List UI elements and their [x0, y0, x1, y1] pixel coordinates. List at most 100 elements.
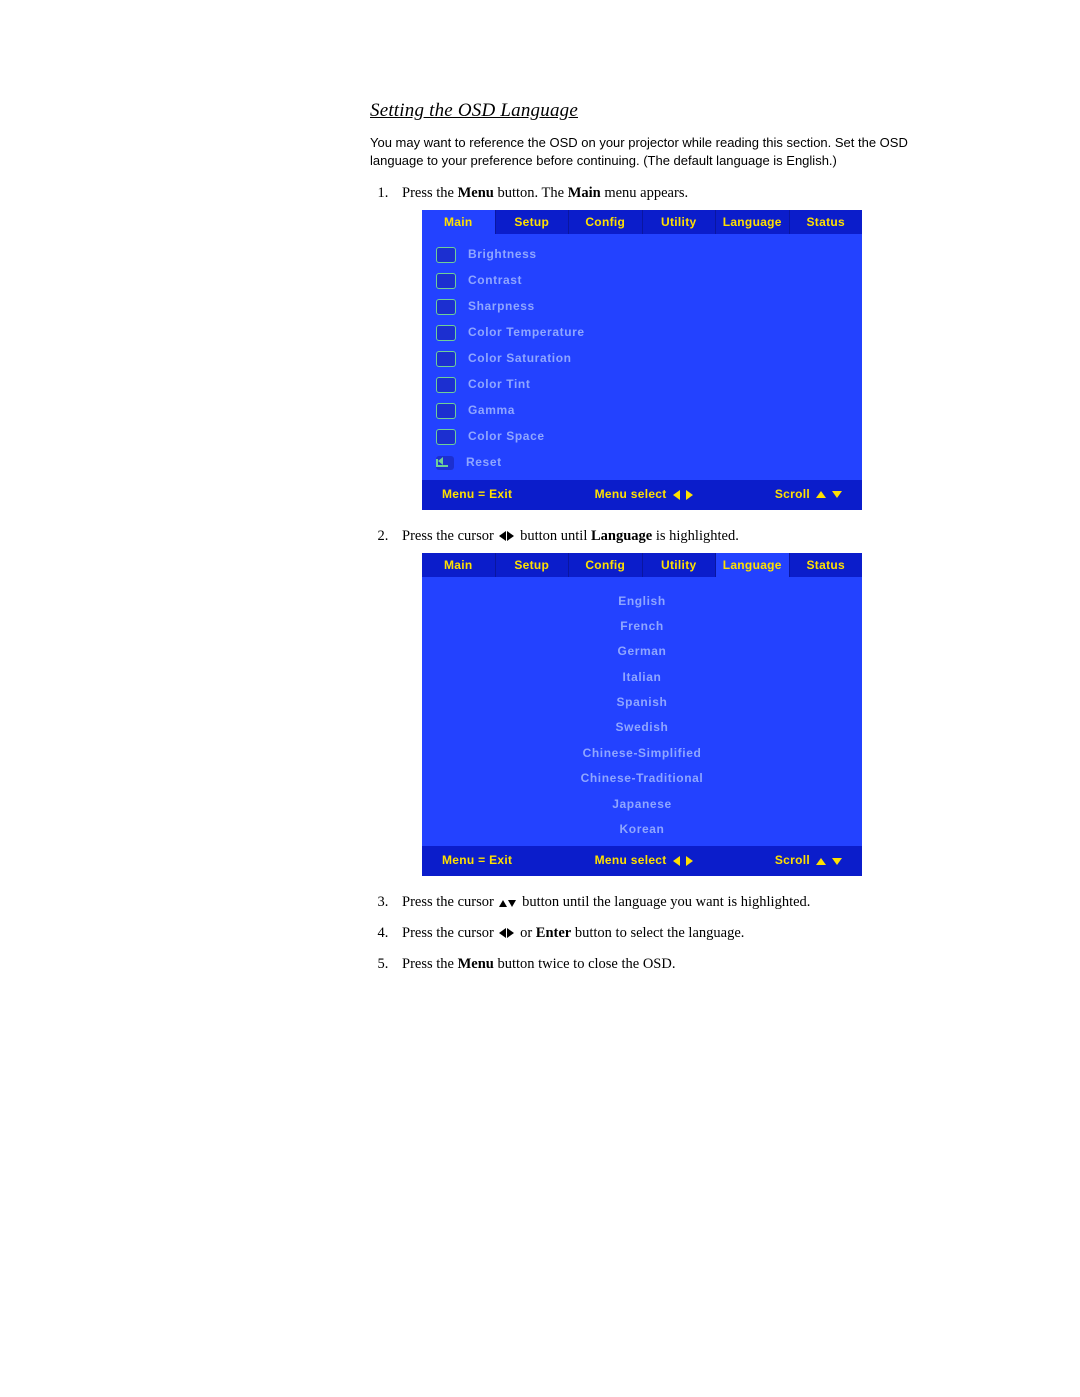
intro-text: You may want to reference the OSD on you…	[370, 134, 910, 169]
osd-item-contrast[interactable]: Contrast	[422, 268, 862, 294]
osd-language-chinese-traditional[interactable]: Chinese-Traditional	[581, 768, 704, 789]
triangle-right-icon	[686, 490, 693, 500]
osd-footer: Menu = Exit Menu select Scroll	[422, 480, 862, 509]
triangle-down-icon	[832, 491, 842, 498]
osd-item-color-saturation[interactable]: Color Saturation	[422, 346, 862, 372]
text-bold: Language	[591, 528, 652, 544]
sharpness-icon	[436, 299, 456, 315]
osd-tab-language[interactable]: Language	[716, 553, 790, 577]
text: button until the language you want is hi…	[518, 894, 810, 910]
osd-tabs: Main Setup Config Utility Language Statu…	[422, 553, 862, 577]
osd-tab-setup[interactable]: Setup	[496, 210, 570, 234]
osd-tab-utility[interactable]: Utility	[643, 553, 717, 577]
osd-item-label: Sharpness	[468, 298, 535, 315]
osd-footer-scroll-label: Scroll	[775, 852, 810, 869]
osd-footer-scroll: Scroll	[775, 852, 842, 869]
text: is highlighted.	[652, 528, 739, 544]
osd-panel-main: Main Setup Config Utility Language Statu…	[422, 210, 862, 509]
step-2: Press the cursor button until Language i…	[392, 526, 910, 876]
osd-item-label: Contrast	[468, 272, 522, 289]
text: button until	[516, 528, 591, 544]
reset-icon	[436, 456, 454, 470]
step-5: Press the Menu button twice to close the…	[392, 954, 910, 975]
triangle-left-icon	[673, 856, 680, 866]
osd-item-label: Color Tint	[468, 376, 530, 393]
osd-language-japanese[interactable]: Japanese	[612, 794, 672, 815]
osd-item-color-space[interactable]: Color Space	[422, 424, 862, 450]
osd-language-english[interactable]: English	[618, 591, 666, 612]
osd-item-label: Reset	[466, 454, 502, 471]
osd-footer-exit: Menu = Exit	[442, 486, 512, 503]
triangle-down-icon	[832, 858, 842, 865]
text-bold: Enter	[536, 925, 571, 941]
cursor-up-down-icon	[499, 900, 516, 907]
text: or	[516, 925, 535, 941]
osd-item-sharpness[interactable]: Sharpness	[422, 294, 862, 320]
step-3: Press the cursor button until the langua…	[392, 892, 910, 913]
text-bold: Main	[568, 185, 601, 201]
osd-footer-select: Menu select	[595, 852, 693, 869]
osd-footer: Menu = Exit Menu select Scroll	[422, 846, 862, 875]
osd-tab-setup[interactable]: Setup	[496, 553, 570, 577]
osd-tabs: Main Setup Config Utility Language Statu…	[422, 210, 862, 234]
osd-language-french[interactable]: French	[620, 616, 664, 637]
gamma-icon	[436, 403, 456, 419]
text: Press the cursor	[402, 925, 497, 941]
step-list: Press the Menu button. The Main menu app…	[370, 183, 910, 975]
text-bold: Menu	[458, 185, 494, 201]
osd-footer-select-label: Menu select	[595, 486, 667, 503]
osd-item-label: Color Saturation	[468, 350, 572, 367]
osd-language-spanish[interactable]: Spanish	[617, 692, 668, 713]
step-4: Press the cursor or Enter button to sele…	[392, 923, 910, 944]
osd-language-chinese-simplified[interactable]: Chinese-Simplified	[583, 743, 702, 764]
osd-item-label: Gamma	[468, 402, 515, 419]
contrast-icon	[436, 273, 456, 289]
text: button. The	[494, 185, 568, 201]
osd-item-label: Brightness	[468, 246, 537, 263]
osd-tab-status[interactable]: Status	[790, 210, 863, 234]
osd-item-gamma[interactable]: Gamma	[422, 398, 862, 424]
osd-item-reset[interactable]: Reset	[422, 450, 862, 476]
osd-tab-config[interactable]: Config	[569, 553, 643, 577]
osd-footer-select-label: Menu select	[595, 852, 667, 869]
osd-footer-scroll: Scroll	[775, 486, 842, 503]
osd-language-list: English French German Italian Spanish Sw…	[422, 585, 862, 843]
text: Press the cursor	[402, 894, 497, 910]
color-space-icon	[436, 429, 456, 445]
osd-item-label: Color Space	[468, 428, 545, 445]
osd-item-brightness[interactable]: Brightness	[422, 242, 862, 268]
triangle-up-icon	[816, 491, 826, 498]
cursor-left-right-icon	[499, 928, 514, 938]
osd-tab-config[interactable]: Config	[569, 210, 643, 234]
text: button to select the language.	[571, 925, 744, 941]
triangle-up-icon	[816, 858, 826, 865]
color-tint-icon	[436, 377, 456, 393]
text-bold: Menu	[458, 956, 494, 972]
osd-body: Brightness Contrast Sharpness Color Temp…	[422, 234, 862, 480]
osd-item-color-tint[interactable]: Color Tint	[422, 372, 862, 398]
color-sat-icon	[436, 351, 456, 367]
section-heading: Setting the OSD Language	[370, 100, 910, 122]
text: button twice to close the OSD.	[494, 956, 676, 972]
osd-footer-select: Menu select	[595, 486, 693, 503]
osd-footer-exit: Menu = Exit	[442, 852, 512, 869]
osd-tab-utility[interactable]: Utility	[643, 210, 717, 234]
osd-tab-main[interactable]: Main	[422, 210, 496, 234]
step-1: Press the Menu button. The Main menu app…	[392, 183, 910, 509]
color-temp-icon	[436, 325, 456, 341]
osd-body: English French German Italian Spanish Sw…	[422, 577, 862, 847]
osd-tab-language[interactable]: Language	[716, 210, 790, 234]
brightness-icon	[436, 247, 456, 263]
osd-language-swedish[interactable]: Swedish	[616, 717, 669, 738]
osd-item-color-temperature[interactable]: Color Temperature	[422, 320, 862, 346]
osd-language-italian[interactable]: Italian	[623, 667, 662, 688]
triangle-left-icon	[673, 490, 680, 500]
osd-tab-status[interactable]: Status	[790, 553, 863, 577]
osd-tab-main[interactable]: Main	[422, 553, 496, 577]
text: menu appears.	[601, 185, 688, 201]
text: Press the	[402, 956, 458, 972]
osd-language-german[interactable]: German	[618, 641, 667, 662]
text: Press the	[402, 185, 458, 201]
osd-language-korean[interactable]: Korean	[620, 819, 665, 840]
osd-panel-language: Main Setup Config Utility Language Statu…	[422, 553, 862, 876]
